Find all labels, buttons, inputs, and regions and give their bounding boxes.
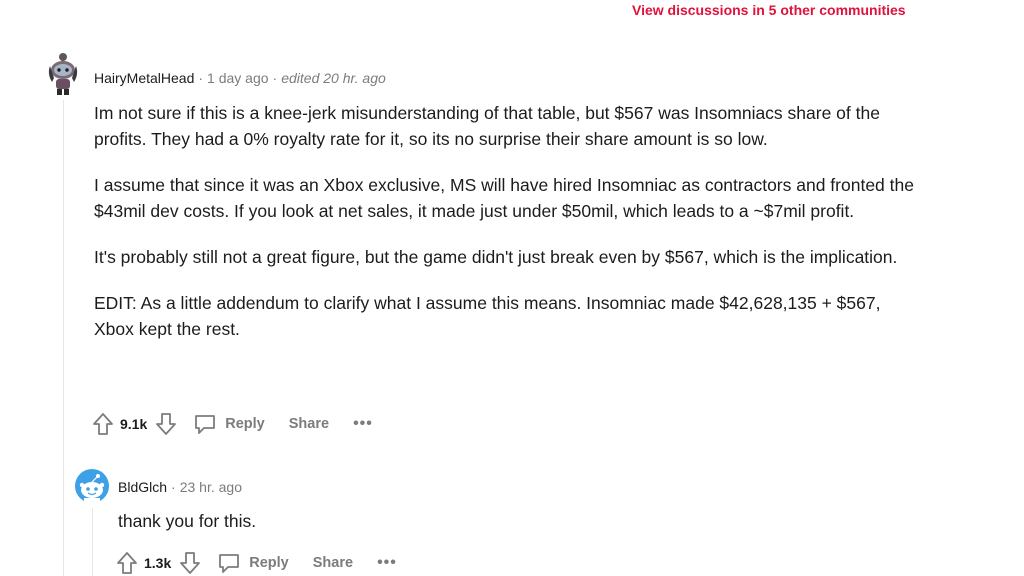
timestamp[interactable]: 23 hr. ago [180, 479, 242, 495]
comment-meta: BldGlch · 23 hr. ago [118, 479, 242, 495]
comment-meta: HairyMetalHead · 1 day ago · edited 20 hr. a… [94, 70, 386, 86]
share-button[interactable]: Share [313, 555, 353, 571]
downvote-arrow-icon [156, 413, 177, 435]
username[interactable]: HairyMetalHead [94, 70, 194, 86]
comment-action-bar: 9.1k Reply Share ••• [90, 410, 373, 438]
other-discussions-link[interactable]: View discussions in 5 other communities [632, 2, 906, 18]
upvote-arrow-icon [117, 552, 137, 574]
speech-bubble-icon [219, 554, 240, 573]
username[interactable]: BldGlch [118, 479, 167, 495]
comment-paragraph: Im not sure if this is a knee-jerk misun… [94, 103, 880, 149]
comment-body: Im not sure if this is a knee-jerk misun… [94, 100, 914, 362]
downvote-button[interactable] [153, 411, 179, 437]
reply-button[interactable]: Reply [193, 412, 265, 436]
thread-line[interactable] [63, 100, 64, 576]
comment-paragraph: thank you for this. [118, 511, 257, 531]
separator: · [272, 70, 278, 86]
vote-count: 1.3k [144, 555, 172, 571]
separator: · [198, 70, 204, 86]
speech-bubble-icon [195, 415, 216, 434]
reply-button[interactable]: Reply [217, 551, 289, 575]
separator: · [171, 479, 176, 495]
avatar[interactable] [74, 468, 110, 504]
timestamp[interactable]: 1 day ago [207, 70, 269, 86]
comment-thread: View discussions in 5 other communities … [0, 0, 1024, 576]
upvote-button[interactable] [114, 550, 140, 576]
snoo-avatar-icon [75, 469, 109, 504]
snoo-avatar-icon [48, 53, 78, 95]
comment-paragraph: I assume that since it was an Xbox exclu… [94, 175, 914, 221]
vote-count: 9.1k [120, 416, 148, 432]
downvote-button[interactable] [177, 550, 203, 576]
comment-action-bar: 1.3k Reply Share ••• [114, 549, 397, 576]
reply-label: Reply [225, 416, 265, 432]
comment-body: thank you for this. [118, 508, 898, 554]
edited-timestamp: edited 20 hr. ago [281, 70, 386, 86]
more-options-icon[interactable]: ••• [353, 416, 373, 432]
avatar[interactable] [46, 52, 80, 95]
share-button[interactable]: Share [289, 416, 329, 432]
thread-line-reply[interactable] [92, 508, 93, 576]
comment-paragraph: EDIT: As a little addendum to clarify wh… [94, 293, 881, 339]
upvote-arrow-icon [93, 413, 113, 435]
reply-label: Reply [249, 555, 289, 571]
upvote-button[interactable] [90, 411, 116, 437]
more-options-icon[interactable]: ••• [377, 555, 397, 571]
downvote-arrow-icon [180, 552, 201, 574]
comment-paragraph: It's probably still not a great figure, … [94, 247, 898, 267]
